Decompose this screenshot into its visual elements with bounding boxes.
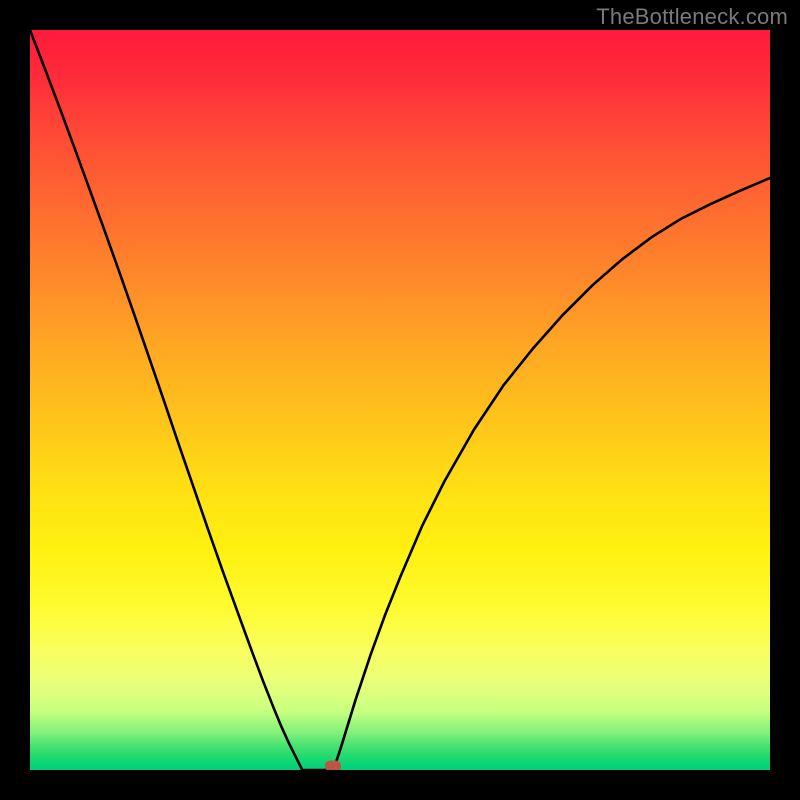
bottleneck-curve — [30, 30, 770, 770]
curve-path — [30, 30, 770, 770]
chart-frame: TheBottleneck.com — [0, 0, 800, 800]
plot-area — [30, 30, 770, 770]
watermark-text: TheBottleneck.com — [596, 4, 788, 30]
optimal-point-marker — [325, 761, 341, 770]
